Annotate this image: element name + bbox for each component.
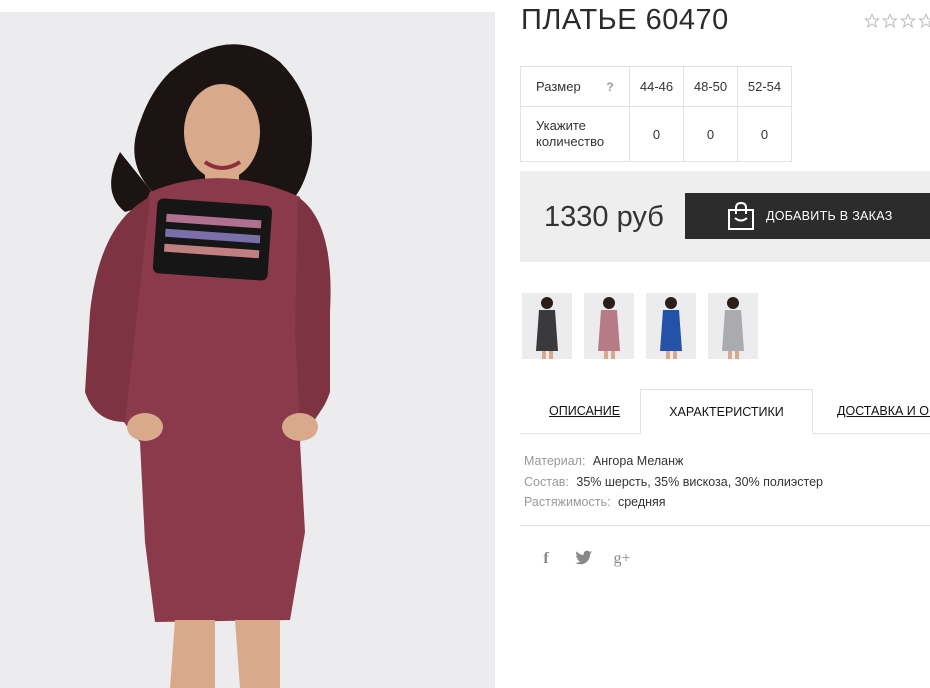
- product-title: ПЛАТЬЕ 60470: [521, 4, 729, 36]
- facebook-icon[interactable]: f: [536, 550, 556, 570]
- tab-delivery-payment[interactable]: ДОСТАВКА И ОПЛАТА: [837, 389, 930, 433]
- rating-stars[interactable]: [864, 13, 930, 29]
- social-share: f g+: [536, 550, 632, 570]
- tab-characteristics[interactable]: ХАРАКТЕРИСТИКИ: [640, 389, 813, 434]
- quantity-label-line2: количество: [536, 134, 605, 149]
- spec-value: средняя: [617, 495, 666, 509]
- divider: [520, 525, 930, 526]
- star-icon[interactable]: [900, 13, 916, 29]
- spec-key: Состав:: [524, 474, 569, 489]
- star-icon[interactable]: [918, 13, 930, 29]
- product-tabs: ОПИСАНИЕ ХАРАКТЕРИСТИКИ ДОСТАВКА И ОПЛАТ…: [520, 389, 930, 435]
- google-plus-icon[interactable]: g+: [612, 550, 632, 570]
- thumbnail-dark-gray[interactable]: [522, 293, 572, 359]
- spec-row-stretch: Растяжимость: средняя: [524, 492, 823, 513]
- tab-description[interactable]: ОПИСАНИЕ: [549, 389, 620, 433]
- size-option: 44-46: [629, 66, 684, 107]
- thumbnail-blue[interactable]: [646, 293, 696, 359]
- quantity-input[interactable]: 0: [683, 106, 738, 162]
- quantity-label-cell: Укажите количество: [520, 106, 630, 162]
- price-value: 1330 руб: [544, 201, 664, 233]
- twitter-icon[interactable]: [574, 550, 594, 570]
- quantity-input[interactable]: 0: [737, 106, 792, 162]
- size-option: 52-54: [737, 66, 792, 107]
- color-thumbnails: [522, 293, 758, 359]
- quantity-label-line1: Укажите: [536, 118, 586, 133]
- thumbnail-burgundy[interactable]: [584, 293, 634, 359]
- spec-value: 35% шерсть, 35% вискоза, 30% полиэстер: [576, 474, 823, 489]
- star-icon[interactable]: [864, 13, 880, 29]
- product-main-photo[interactable]: [0, 12, 495, 688]
- spec-key: Материал:: [524, 454, 586, 468]
- size-header-cell: Размер ?: [520, 66, 630, 107]
- add-to-order-label: ДОБАВИТЬ В ЗАКАЗ: [766, 209, 893, 223]
- star-icon[interactable]: [882, 13, 898, 29]
- spec-row-composition: Состав: 35% шерсть, 35% вискоза, 30% пол…: [524, 472, 823, 493]
- add-to-order-button[interactable]: ДОБАВИТЬ В ЗАКАЗ: [685, 193, 930, 239]
- spec-key: Растяжимость:: [524, 495, 611, 509]
- spec-value: Ангора Меланж: [592, 454, 684, 468]
- size-option: 48-50: [683, 66, 738, 107]
- spec-row-material: Материал: Ангора Меланж: [524, 451, 823, 472]
- size-label: Размер: [536, 79, 581, 94]
- shopping-bag-icon: [728, 201, 754, 230]
- price-panel: 1330 руб ДОБАВИТЬ В ЗАКАЗ: [520, 171, 930, 262]
- size-quantity-table: Размер ? 44-46 48-50 52-54 Укажите колич…: [520, 66, 792, 162]
- characteristics-list: Материал: Ангора Меланж Состав: 35% шерс…: [524, 451, 823, 513]
- help-icon[interactable]: ?: [606, 80, 613, 94]
- model-photo-illustration: [0, 12, 495, 688]
- thumbnail-light-gray[interactable]: [708, 293, 758, 359]
- quantity-input[interactable]: 0: [629, 106, 684, 162]
